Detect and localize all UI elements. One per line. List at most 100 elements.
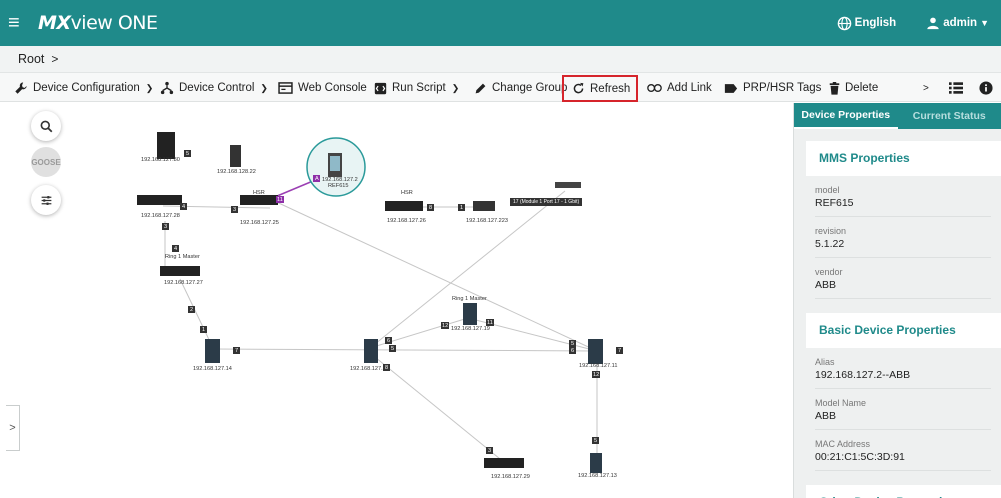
change-group-button[interactable]: Change Group bbox=[474, 76, 567, 100]
app-root: ≡ MXview ONE English admin ▼ Root > Devi… bbox=[0, 0, 1001, 498]
run-script-button[interactable]: Run Script ❯ bbox=[374, 76, 459, 100]
device-configuration-button[interactable]: Device Configuration ❯ bbox=[14, 76, 153, 100]
goose-button[interactable]: GOOSE bbox=[31, 147, 61, 177]
port-label: 4 bbox=[174, 246, 178, 252]
port-label: 1 bbox=[202, 327, 206, 333]
chevron-down-icon: ❯ bbox=[260, 82, 268, 93]
topology-links bbox=[137, 132, 623, 473]
topology-map[interactable]: 5 4 3 3 11 A 8 1 4 2 1 7 6 5 8 12 11 5 6… bbox=[0, 103, 793, 498]
info-icon bbox=[979, 81, 993, 95]
port-label: 12 bbox=[593, 372, 600, 378]
port-label: 7 bbox=[618, 348, 622, 354]
property-item: Model Name ABB bbox=[794, 398, 1001, 430]
property-key: MAC Address bbox=[815, 439, 871, 449]
property-key: revision bbox=[815, 226, 847, 236]
map-search-button[interactable] bbox=[31, 111, 61, 141]
toolbar: Device Configuration ❯ Device Control ❯ … bbox=[0, 72, 1001, 102]
breadcrumb-separator: > bbox=[51, 52, 59, 66]
chevron-down-icon: ❯ bbox=[145, 82, 154, 93]
property-key: vendor bbox=[815, 267, 843, 277]
run-script-label: Run Script bbox=[392, 82, 446, 94]
sidebar-expander[interactable]: > bbox=[6, 405, 20, 451]
port-label: 8 bbox=[429, 205, 433, 211]
chevron-down-icon: ❯ bbox=[451, 82, 460, 93]
port-label: 6 bbox=[387, 338, 391, 344]
port-label: 1 bbox=[460, 205, 464, 211]
device-label: 192.168.128.22 bbox=[217, 169, 256, 175]
panel-tabs: Device Properties Current Status bbox=[794, 103, 1001, 129]
wrench-icon bbox=[15, 82, 27, 94]
logo-prefix: MX bbox=[38, 12, 71, 34]
prp-hsr-tags-label: PRP/HSR Tags bbox=[743, 82, 822, 94]
change-group-label: Change Group bbox=[492, 82, 568, 94]
search-icon bbox=[40, 120, 52, 132]
map-filter-button[interactable] bbox=[31, 185, 61, 215]
breadcrumb-root[interactable]: Root bbox=[18, 52, 44, 66]
add-link-label: Add Link bbox=[667, 82, 712, 94]
other-properties-title: Other Device Properties bbox=[806, 485, 1001, 498]
user-menu[interactable]: admin ▼ bbox=[926, 16, 989, 30]
chevron-right-icon: > bbox=[9, 422, 16, 434]
language-label: English bbox=[854, 17, 897, 29]
property-value: 00:21:C1:5C:3D:91 bbox=[815, 451, 991, 471]
caret-down-icon: ▼ bbox=[980, 18, 989, 28]
property-item: MAC Address 00:21:C1:5C:3D:91 bbox=[794, 439, 1001, 471]
top-bar: ≡ MXview ONE English admin ▼ bbox=[0, 0, 1001, 46]
device-label: 192.168.127.14 bbox=[193, 366, 232, 372]
device-label: 192.168.127.11 bbox=[579, 363, 618, 369]
property-key: Model Name bbox=[815, 398, 867, 408]
port-label: 4 bbox=[182, 204, 186, 210]
port-label: 5 bbox=[186, 151, 190, 157]
device-label: 192.168.127.19 bbox=[451, 326, 490, 332]
web-console-label: Web Console bbox=[298, 82, 367, 94]
property-value: 5.1.22 bbox=[815, 238, 991, 258]
list-view-button[interactable] bbox=[949, 76, 963, 100]
user-name: admin bbox=[943, 17, 978, 29]
language-selector[interactable]: English bbox=[837, 16, 897, 31]
tab-device-properties[interactable]: Device Properties bbox=[794, 103, 898, 129]
info-button[interactable] bbox=[979, 76, 993, 100]
more-label: > bbox=[923, 82, 929, 94]
breadcrumb: Root > bbox=[0, 46, 1001, 72]
device-label: 192.168.127.27 bbox=[164, 280, 203, 286]
port-label: 6 bbox=[571, 348, 575, 354]
delete-button[interactable]: Delete bbox=[829, 76, 878, 100]
user-icon bbox=[927, 17, 939, 30]
web-console-button[interactable]: Web Console bbox=[278, 76, 367, 100]
device-control-label: Device Control bbox=[179, 82, 255, 94]
link-icon bbox=[647, 84, 662, 92]
tab-current-status[interactable]: Current Status bbox=[898, 103, 1001, 129]
device-label: 192.168.127.13 bbox=[578, 473, 617, 479]
port-label: 3 bbox=[488, 448, 492, 454]
port-label: 5 bbox=[571, 341, 575, 347]
property-value: ABB bbox=[815, 410, 991, 430]
prp-hsr-tags-button[interactable]: PRP/HSR Tags bbox=[724, 76, 821, 100]
property-value: REF615 bbox=[815, 197, 991, 217]
device-icons bbox=[137, 132, 603, 473]
property-key: Alias bbox=[815, 357, 835, 367]
property-item: vendor ABB bbox=[794, 267, 1001, 299]
hamburger-icon[interactable]: ≡ bbox=[8, 13, 34, 33]
sliders-icon bbox=[41, 195, 51, 205]
port-label: 3 bbox=[164, 224, 168, 230]
device-label: 192.168.127.80 bbox=[141, 157, 180, 163]
refresh-icon bbox=[573, 82, 584, 94]
device-sublabel: REF615 bbox=[328, 183, 349, 189]
device-label: 192.168.127.1 bbox=[350, 366, 386, 372]
trash-icon bbox=[829, 81, 840, 95]
property-item: revision 5.1.22 bbox=[794, 226, 1001, 258]
device-label: 192.168.127.28 bbox=[141, 213, 180, 219]
toolbar-more-button[interactable]: > bbox=[923, 76, 929, 100]
add-link-button[interactable]: Add Link bbox=[647, 76, 712, 100]
console-icon bbox=[278, 82, 293, 94]
port-label: 5 bbox=[594, 438, 598, 444]
port-label: 5 bbox=[391, 346, 395, 352]
property-value: ABB bbox=[815, 279, 991, 299]
ring-master-label: Ring 1 Master bbox=[165, 254, 200, 260]
tag-icon bbox=[724, 83, 738, 93]
refresh-button[interactable]: Refresh bbox=[562, 75, 639, 102]
device-configuration-label: Device Configuration bbox=[33, 82, 140, 94]
port-label: 2 bbox=[190, 307, 194, 313]
device-control-button[interactable]: Device Control ❯ bbox=[160, 76, 268, 100]
globe-icon bbox=[837, 16, 851, 30]
